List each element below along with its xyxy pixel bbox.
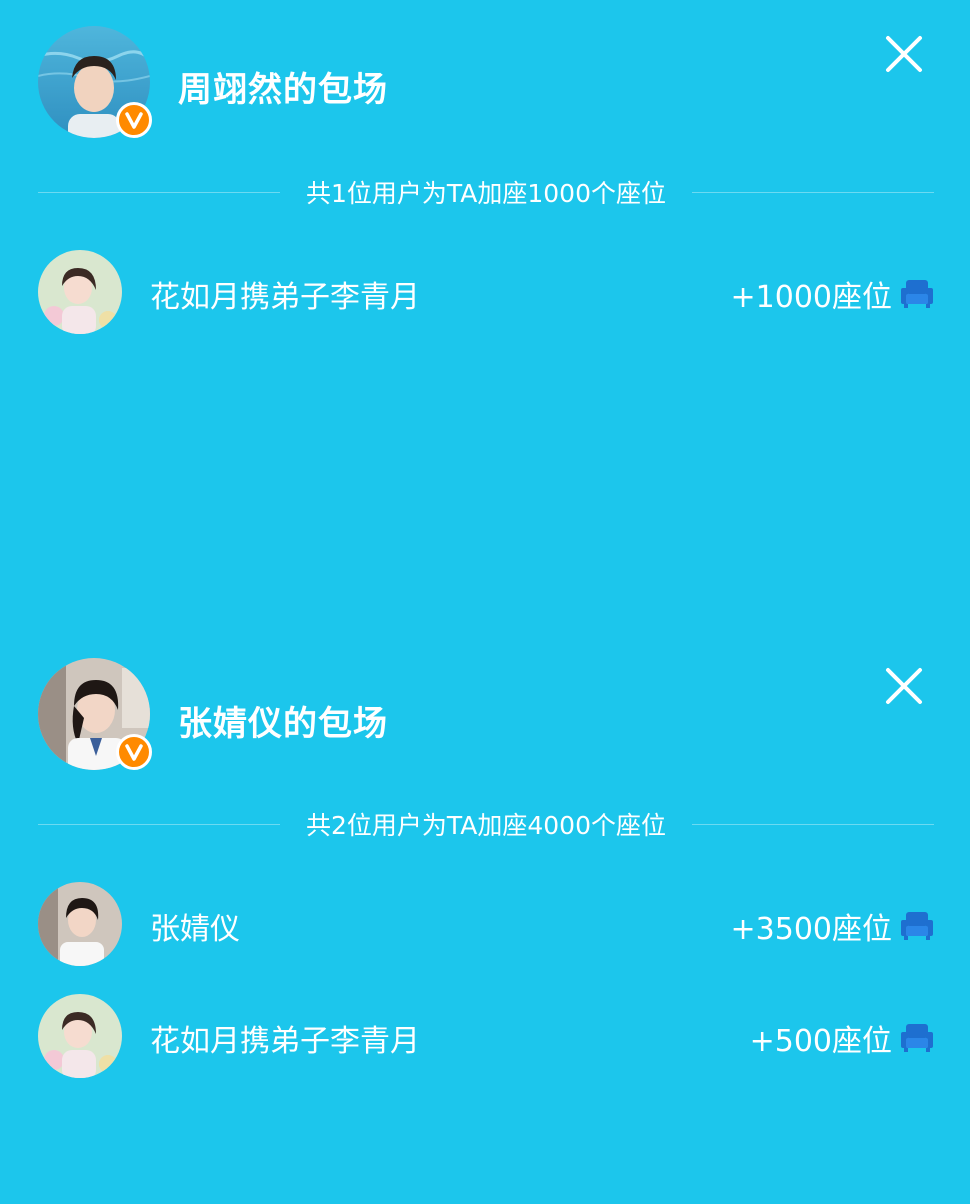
seat-count: +1000座位 [730,280,892,315]
host-avatar[interactable] [38,658,152,770]
panel-title: 周翊然的包场 [178,70,388,110]
contributor-avatar[interactable] [38,994,122,1078]
verified-v-badge-icon [116,102,152,138]
host-avatar[interactable] [38,26,152,138]
contributor-avatar[interactable] [38,250,122,334]
divider-right [691,191,934,193]
summary-text: 共2位用户为TA加座4000个座位 [306,811,666,840]
divider-left [38,191,281,193]
divider-left [38,823,281,825]
armchair-seat-icon [901,1024,933,1052]
contributor-row[interactable]: 花如月携弟子李青月 +1000座位 [38,250,934,336]
summary-row: 共2位用户为TA加座4000个座位 [38,804,934,844]
contributor-name: 张婧仪 [150,912,240,947]
summary-text: 共1位用户为TA加座1000个座位 [306,179,666,208]
contributor-row[interactable]: 花如月携弟子李青月 +500座位 [38,994,934,1080]
contributor-name: 花如月携弟子李青月 [150,280,420,315]
verified-v-badge-icon [116,734,152,770]
seat-count: +500座位 [749,1024,892,1059]
contributor-row[interactable]: 张婧仪 +3500座位 [38,882,934,968]
contributor-name: 花如月携弟子李青月 [150,1024,420,1059]
armchair-seat-icon [901,912,933,940]
panel-title: 张婧仪的包场 [178,704,388,744]
divider-right [691,823,934,825]
armchair-seat-icon [901,280,933,308]
seat-count: +3500座位 [730,912,892,947]
close-icon[interactable] [882,664,926,708]
close-icon[interactable] [882,32,926,76]
contributor-avatar[interactable] [38,882,122,966]
summary-row: 共1位用户为TA加座1000个座位 [38,172,934,212]
